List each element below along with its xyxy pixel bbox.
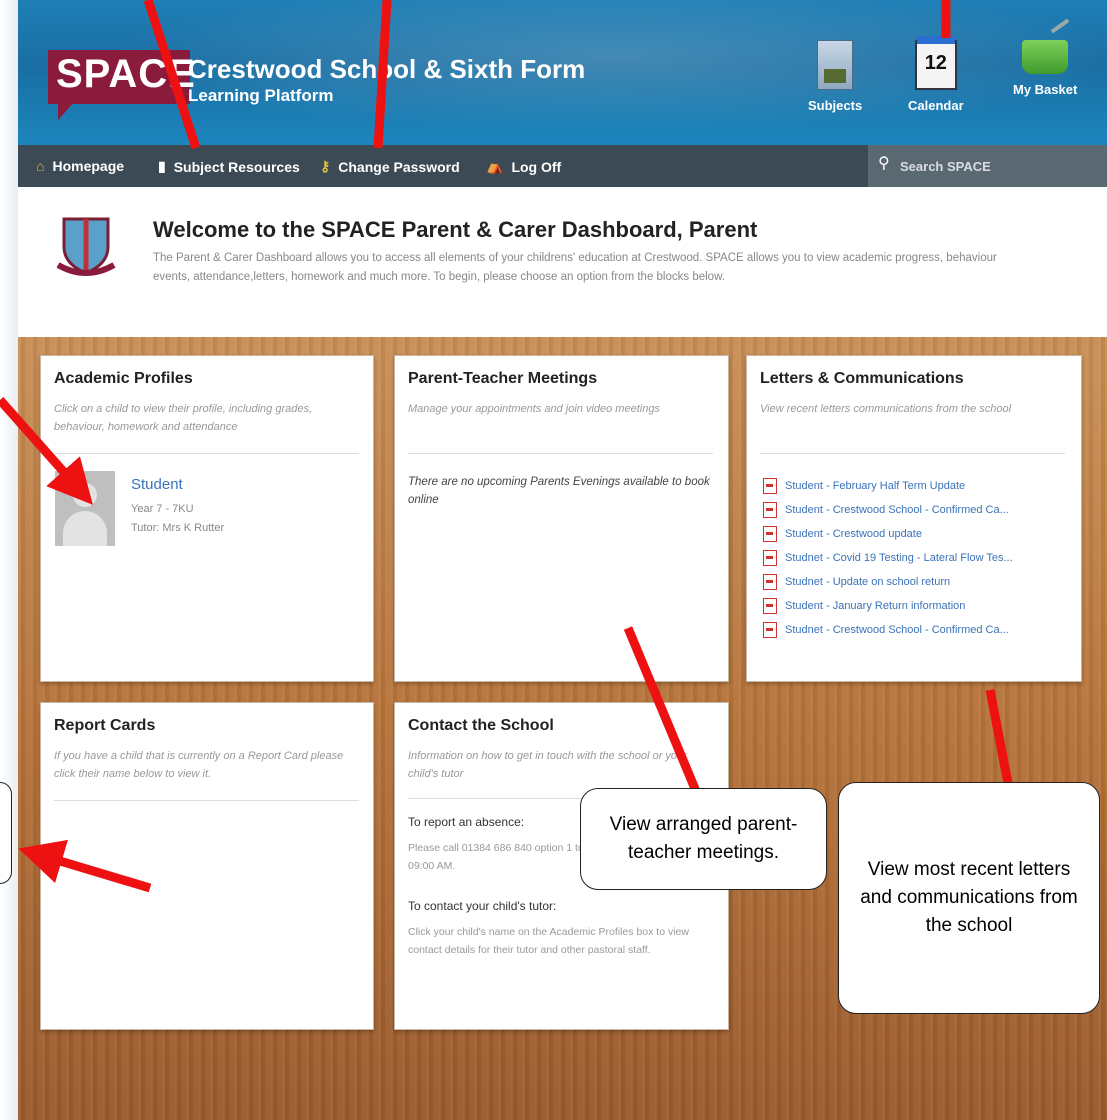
callout-letters: View most recent letters and communicati… xyxy=(838,782,1100,1014)
arrow-report-cards xyxy=(18,839,152,893)
screenshot-frame: SPACE Crestwood School & Sixth Form Lear… xyxy=(0,0,1107,1120)
arrow-change-password xyxy=(373,0,392,149)
arrow-subject-resources xyxy=(143,0,201,150)
callout-report-cards xyxy=(0,782,12,884)
callout-meetings: View arranged parent-teacher meetings. xyxy=(580,788,827,890)
arrow-academic-profiles xyxy=(0,397,93,505)
